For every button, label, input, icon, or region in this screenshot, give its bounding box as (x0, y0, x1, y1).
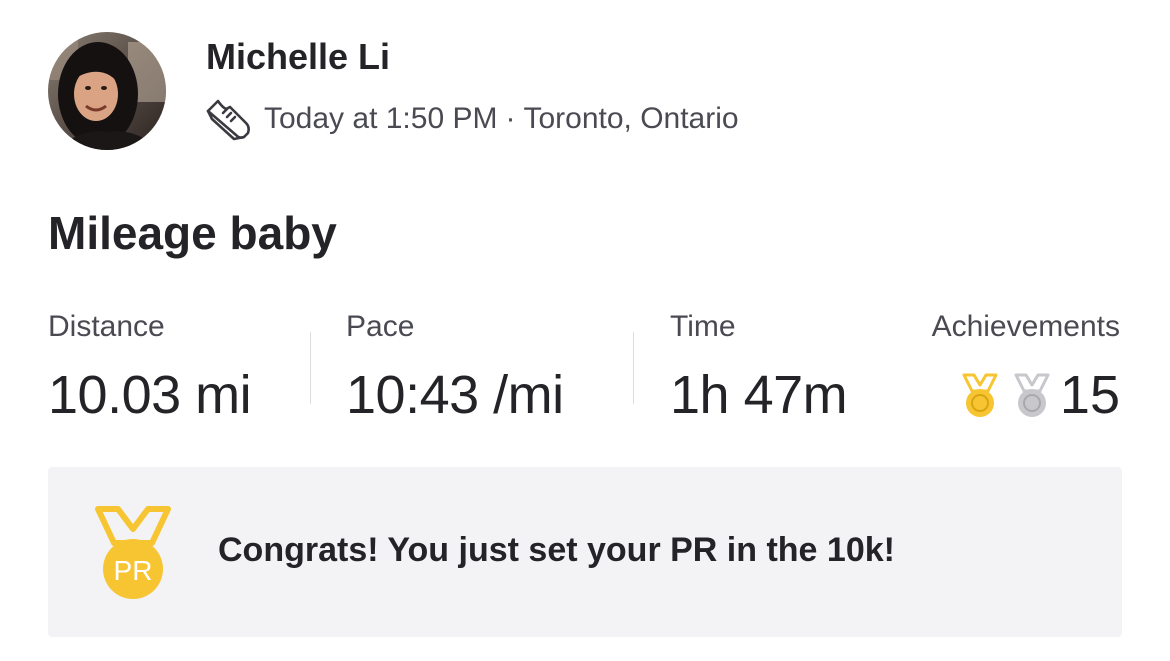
silver-medal-icon (1014, 373, 1050, 417)
pr-medal-label: PR (114, 555, 153, 586)
activity-location: Toronto, Ontario (523, 102, 739, 135)
stat-achievements[interactable]: Achievements 15 (932, 310, 1120, 426)
pr-medal-icon: PR (95, 506, 171, 599)
achievements-row: 15 (932, 364, 1120, 426)
pr-message: Congrats! You just set your PR in the 10… (218, 531, 895, 569)
stat-label: Achievements (931, 310, 1120, 343)
activity-timestamp: Today at 1:50 PM (264, 102, 498, 135)
athlete-name[interactable]: Michelle Li (206, 36, 390, 78)
stat-value: 10.03 mi (48, 365, 252, 425)
activity-meta: Today at 1:50 PM · Toronto, Ontario (204, 96, 739, 142)
achievements-count: 15 (1059, 365, 1120, 425)
activity-card: Michelle Li Today at 1:50 PM · Toronto, … (0, 0, 1170, 661)
stat-divider (310, 332, 311, 404)
stat-label: Pace (346, 310, 415, 343)
stat-value: 1h 47m (670, 365, 848, 425)
stat-time: Time 1h 47m (670, 310, 848, 426)
activity-title[interactable]: Mileage baby (48, 206, 337, 260)
stat-pace: Pace 10:43 /mi (346, 310, 564, 426)
meta-separator: · (505, 102, 516, 135)
stat-label: Distance (48, 310, 165, 343)
stat-label: Time (670, 310, 736, 343)
athlete-avatar[interactable] (48, 32, 166, 150)
pr-banner[interactable]: PR Congrats! You just set your PR in the… (48, 467, 1122, 637)
stat-divider (633, 332, 634, 404)
stat-distance: Distance 10.03 mi (48, 310, 252, 426)
gold-medal-icon (962, 373, 998, 417)
running-shoe-icon (204, 97, 252, 141)
stat-value: 10:43 /mi (346, 365, 564, 425)
